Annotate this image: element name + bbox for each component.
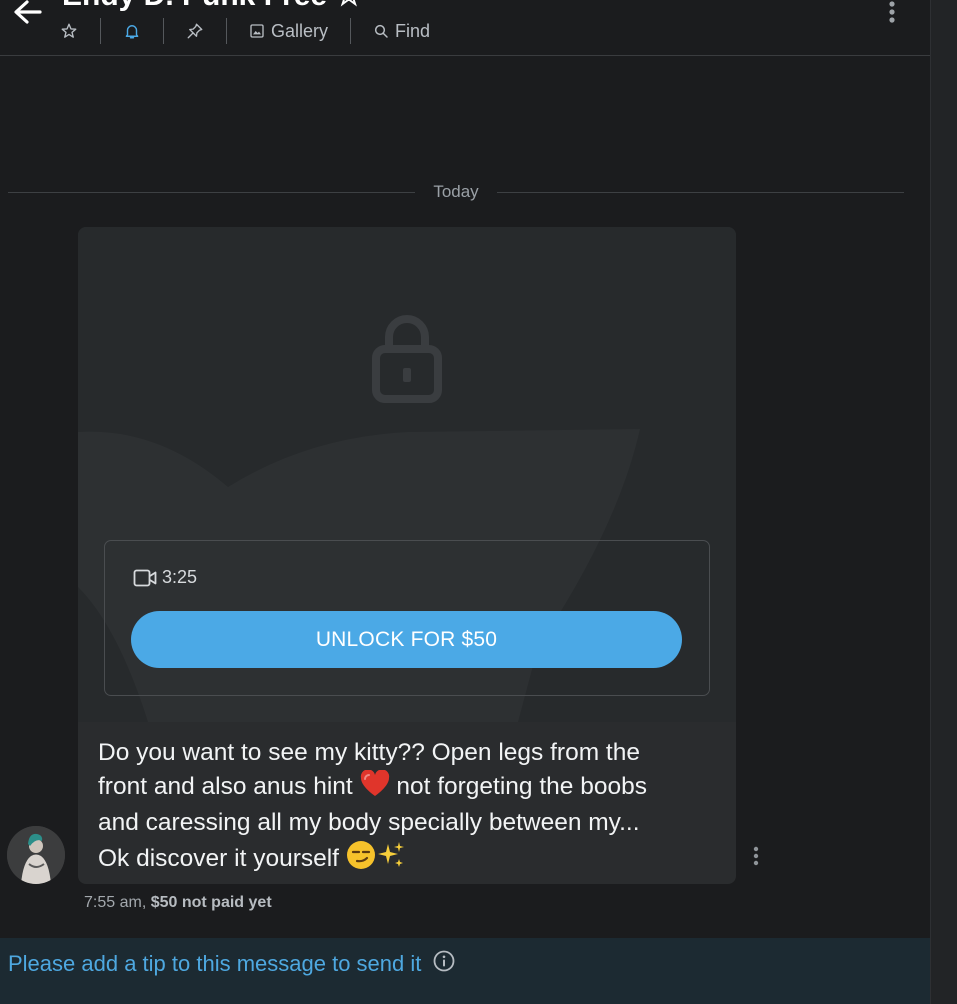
heart-emoji-icon	[360, 768, 390, 808]
message-line: Ok discover it yourself	[98, 844, 339, 872]
message-text: Do you want to see my kitty?? Open legs …	[98, 737, 718, 879]
pin-button[interactable]	[164, 18, 226, 44]
search-icon	[374, 24, 388, 38]
smirk-emoji-icon	[346, 840, 376, 880]
date-divider: Today	[8, 182, 904, 202]
message-time: 7:55 am,	[84, 894, 147, 911]
message-meta: 7:55 am, $50 not paid yet	[84, 894, 272, 912]
pin-icon	[187, 23, 203, 39]
video-duration: 3:25	[133, 567, 197, 588]
gallery-label: Gallery	[271, 20, 329, 41]
back-arrow-icon[interactable]	[10, 0, 50, 32]
chat-toolbar: Gallery Find	[60, 18, 452, 44]
star-icon	[61, 23, 77, 38]
chat-title[interactable]: Endy D. Punk Free ☆	[62, 0, 362, 13]
avatar[interactable]	[7, 826, 65, 884]
sparkles-emoji-icon	[376, 840, 406, 880]
locked-media-preview[interactable]: 3:25 UNLOCK FOR $50	[78, 227, 736, 722]
notifications-button[interactable]	[101, 18, 163, 44]
scrollbar-track[interactable]	[930, 0, 957, 1004]
gallery-button[interactable]: Gallery	[227, 18, 350, 44]
tip-notice-bar[interactable]: Please add a tip to this message to send…	[0, 938, 930, 1004]
divider-line	[8, 191, 416, 193]
payment-status: $50 not paid yet	[150, 894, 272, 911]
tip-notice-text: Please add a tip to this message to send…	[8, 951, 422, 976]
lock-icon	[370, 311, 444, 408]
image-icon	[250, 24, 264, 38]
bell-icon	[125, 25, 139, 39]
message-line: not forgeting the boobs	[396, 772, 647, 800]
info-icon[interactable]	[433, 950, 455, 978]
chat-header: Endy D. Punk Free ☆ Gallery Find	[0, 0, 930, 56]
video-unlock-panel: 3:25 UNLOCK FOR $50	[104, 540, 710, 696]
message-line: and caressing all my body specially betw…	[98, 809, 640, 836]
find-label: Find	[395, 20, 431, 41]
video-camera-icon	[133, 569, 157, 586]
more-vertical-icon[interactable]	[882, 0, 902, 26]
tip-notice: Please add a tip to this message to send…	[8, 950, 455, 978]
message-line: front and also anus hint	[98, 772, 353, 800]
message-line: Do you want to see my kitty?? Open legs …	[98, 739, 640, 766]
message-bubble: 3:25 UNLOCK FOR $50 Do you want to see m…	[78, 227, 736, 884]
find-button[interactable]: Find	[351, 18, 452, 44]
date-label: Today	[433, 182, 479, 201]
divider-line	[496, 191, 904, 193]
duration-text: 3:25	[162, 567, 198, 587]
unlock-button[interactable]: UNLOCK FOR $50	[131, 611, 682, 668]
message-more-icon[interactable]	[746, 845, 766, 867]
favorite-button[interactable]	[60, 18, 100, 44]
